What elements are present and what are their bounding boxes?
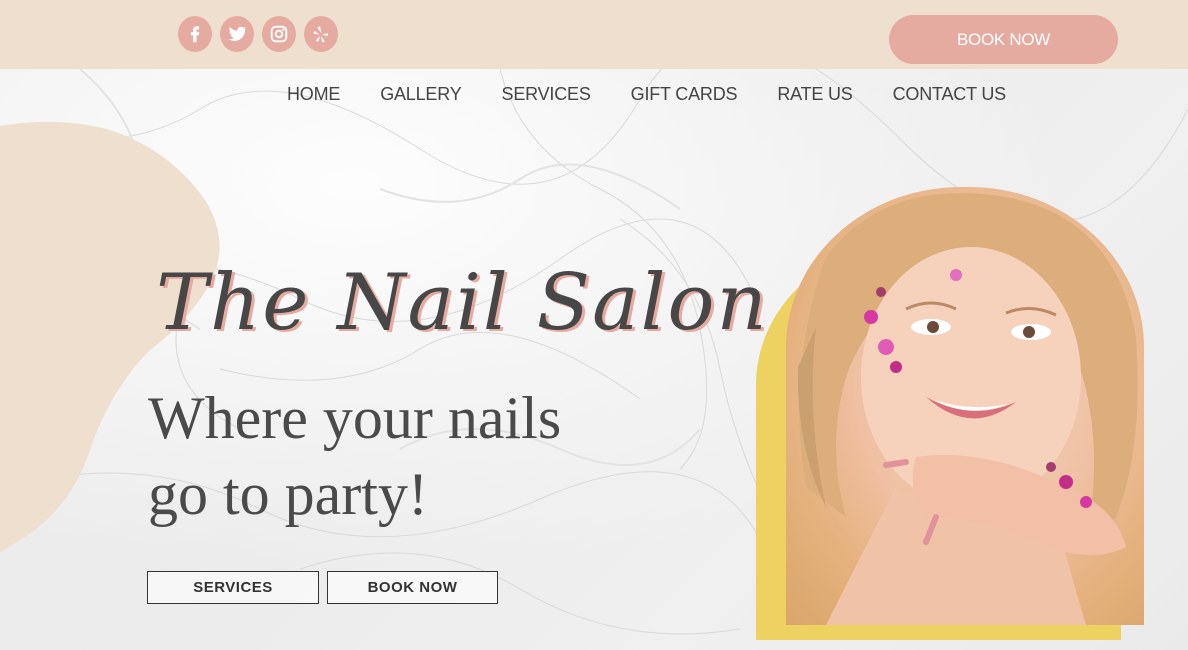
- nav-contact-us[interactable]: CONTACT US: [893, 84, 1007, 105]
- facebook-icon[interactable]: [178, 16, 212, 52]
- main-nav: HOME GALLERY SERVICES GIFT CARDS RATE US…: [287, 84, 1006, 105]
- top-bar: BOOK NOW: [0, 0, 1188, 69]
- nav-gift-cards[interactable]: GIFT CARDS: [631, 84, 738, 105]
- book-now-button[interactable]: BOOK NOW: [889, 15, 1118, 64]
- tagline-line-2: go to party!: [148, 461, 428, 527]
- nav-services[interactable]: SERVICES: [502, 84, 591, 105]
- twitter-icon[interactable]: [220, 16, 254, 52]
- services-button[interactable]: SERVICES: [147, 571, 319, 604]
- woman-portrait-image: [786, 187, 1144, 625]
- nav-rate-us[interactable]: RATE US: [777, 84, 852, 105]
- nav-gallery[interactable]: GALLERY: [380, 84, 462, 105]
- hero-tagline: Where your nails go to party!: [148, 380, 708, 532]
- yelp-icon[interactable]: [304, 16, 338, 52]
- hero-book-now-button[interactable]: BOOK NOW: [327, 571, 498, 604]
- instagram-icon[interactable]: [262, 16, 296, 52]
- social-links: [178, 16, 338, 52]
- nav-home[interactable]: HOME: [287, 84, 340, 105]
- hero-title: The Nail Salon: [156, 258, 769, 348]
- tagline-line-1: Where your nails: [148, 385, 562, 451]
